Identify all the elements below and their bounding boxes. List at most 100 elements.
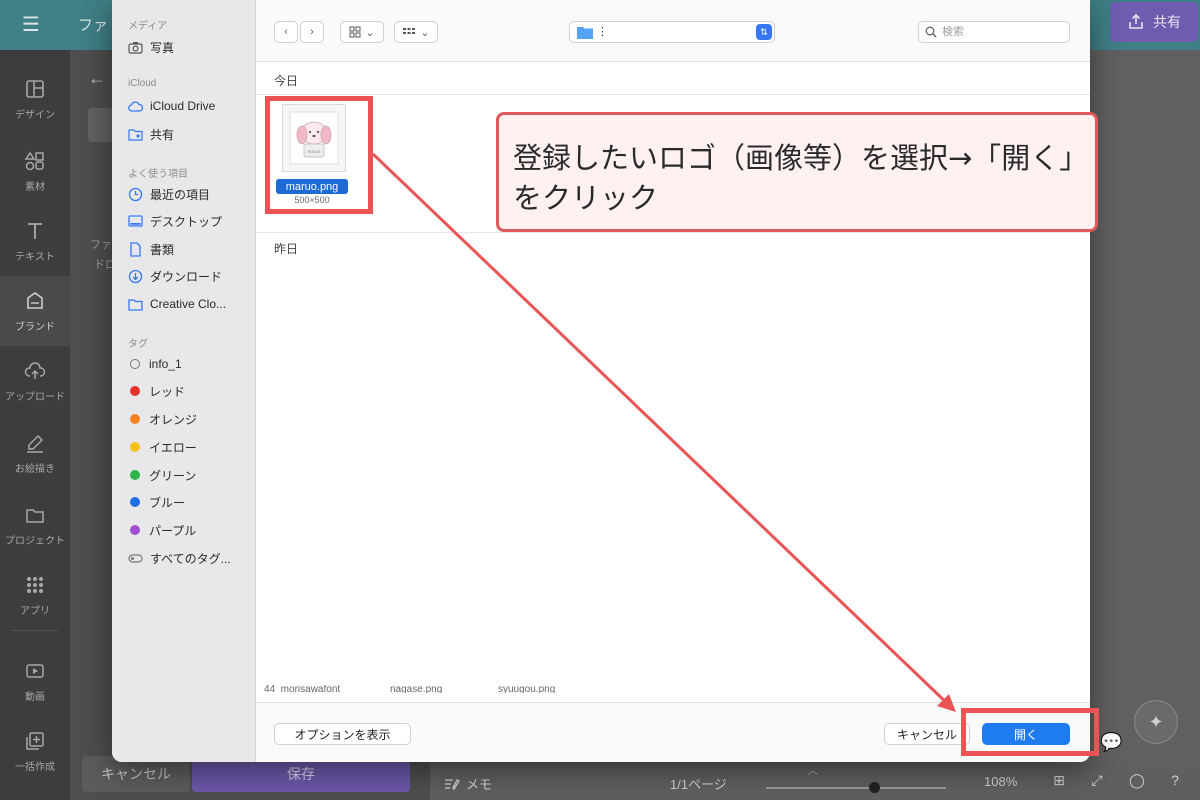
dialog-toolbar: ‹ › ⌄ ⌄ ⋮ ⇅ — [256, 0, 1090, 62]
rail-item-projects[interactable]: プロジェクト — [0, 490, 70, 560]
comment-add-icon[interactable]: 💬 — [1100, 732, 1124, 756]
chevron-down-icon: ⌄ — [420, 26, 430, 39]
sidebar-item-desktop[interactable]: デスクトップ — [128, 211, 254, 231]
tag-item-all-tags[interactable]: すべてのタグ... — [128, 548, 254, 568]
sidebar-item-creative-cloud[interactable]: Creative Clo... — [128, 294, 254, 314]
tag-label: ブルー — [149, 495, 186, 510]
tag-item-orange[interactable]: オレンジ — [128, 409, 254, 429]
rail-item-apps[interactable]: アプリ — [0, 560, 70, 630]
rail-label: テキスト — [15, 251, 55, 263]
shapes-icon — [24, 151, 44, 170]
text-icon — [28, 222, 42, 239]
rail-label: デザイン — [15, 109, 55, 121]
rail-item-upload[interactable]: アップロード — [0, 346, 70, 416]
highlight-open-button-box — [961, 708, 1099, 756]
sidebar-item-photos[interactable]: 写真 — [128, 37, 254, 57]
bulk-create-icon — [26, 731, 44, 750]
sidebar-item-downloads[interactable]: ダウンロード — [128, 266, 254, 286]
tag-item-purple[interactable]: パープル — [128, 520, 254, 540]
tag-item-info-1[interactable]: info_1 — [128, 354, 254, 374]
rail-label: 動画 — [25, 691, 45, 703]
instruction-line-1: 登録したいロゴ（画像等）を選択→「開く」 — [513, 141, 1089, 175]
rail-label: お絵描き — [15, 463, 55, 475]
upload-icon — [24, 361, 46, 379]
sidebar-item-recents[interactable]: 最近の項目 — [128, 184, 254, 204]
sidebar-item-label: デスクトップ — [150, 214, 223, 229]
rail-label: アプリ — [20, 605, 50, 617]
camera-icon — [128, 41, 143, 54]
rail-item-design[interactable]: デザイン — [0, 64, 70, 134]
tag-label: オレンジ — [149, 412, 198, 427]
rail-label: 素材 — [25, 181, 45, 193]
forward-button[interactable]: › — [300, 21, 324, 43]
group-icon — [403, 28, 416, 34]
tag-dot-icon — [130, 359, 140, 369]
instruction-callout: 登録したいロゴ（画像等）を選択→「開く」 をクリック — [496, 112, 1098, 232]
tag-item-green[interactable]: グリーン — [128, 465, 254, 485]
draw-icon — [27, 434, 44, 453]
share-button[interactable]: 共有 — [1110, 2, 1198, 42]
download-icon — [128, 269, 143, 283]
back-arrow-icon[interactable]: ← — [88, 68, 106, 89]
tag-item-blue[interactable]: ブルー — [128, 492, 254, 512]
sidebar-item-shared[interactable]: 共有 — [128, 124, 254, 144]
back-button[interactable]: ‹ — [274, 21, 298, 43]
grid-view-icon — [349, 26, 361, 38]
sidebar-item-label: Creative Clo... — [150, 297, 227, 311]
view-mode-button[interactable]: ⌄ — [340, 21, 384, 43]
highlight-file-box — [265, 96, 373, 214]
tag-label: イエロー — [149, 440, 197, 455]
sidebar-item-documents[interactable]: 書類 — [128, 239, 254, 259]
folder-icon — [26, 508, 44, 523]
help-icon[interactable]: ? — [1166, 772, 1184, 790]
folder-icon — [577, 27, 593, 39]
fullscreen-icon[interactable]: ⤢ — [1088, 772, 1106, 790]
tag-dot-icon — [130, 414, 140, 424]
bottom-bar: ︿ メモ 1/1ページ 108% ⊞ ⤢ ◯ ? — [430, 762, 1200, 800]
search-input[interactable] — [942, 26, 1052, 38]
zoom-slider[interactable] — [766, 787, 946, 789]
brand-icon — [27, 291, 43, 309]
clipped-file-name[interactable]: syuugou.png — [498, 685, 555, 693]
tag-dot-icon — [130, 497, 140, 507]
menu-icon[interactable]: ☰ — [22, 12, 40, 37]
check-circle-icon[interactable]: ◯ — [1128, 772, 1146, 790]
rail-label: 一括作成 — [15, 761, 55, 773]
rail-item-text[interactable]: テキスト — [0, 206, 70, 276]
tag-item-red[interactable]: レッド — [128, 381, 254, 401]
sidebar-heading-favorites: よく使う項目 — [128, 169, 188, 180]
page-indicator[interactable]: 1/1ページ — [670, 774, 727, 793]
clipped-file-name[interactable]: nagase.png — [390, 685, 442, 693]
clipped-file-name[interactable]: 44_morisawafont — [264, 685, 340, 693]
layout-icon — [26, 79, 44, 98]
sidebar-item-icloud-drive[interactable]: iCloud Drive — [128, 96, 254, 116]
sidebar-item-label: 書類 — [150, 242, 175, 257]
tag-item-yellow[interactable]: イエロー — [128, 437, 254, 457]
zoom-slider-knob[interactable] — [869, 782, 880, 793]
instruction-line-2: をクリック — [513, 181, 659, 215]
rail-item-draw[interactable]: お絵描き — [0, 418, 70, 488]
tag-label: グリーン — [149, 468, 197, 483]
location-popup[interactable]: ⋮ ⇅ — [569, 21, 775, 43]
sidebar-item-label: iCloud Drive — [150, 99, 216, 113]
group-button[interactable]: ⌄ — [394, 21, 438, 43]
tag-label: レッド — [149, 384, 186, 399]
file-title[interactable]: ファ — [78, 14, 108, 35]
chevron-right-icon: › — [310, 26, 314, 38]
tag-label: info_1 — [149, 357, 182, 371]
memo-button[interactable]: メモ — [444, 774, 492, 793]
rail-item-bulk-create[interactable]: 一括作成 — [0, 716, 70, 786]
show-options-button[interactable]: オプションを表示 — [274, 723, 411, 745]
rail-divider — [12, 630, 58, 631]
rail-item-elements[interactable]: 素材 — [0, 136, 70, 206]
search-field[interactable] — [918, 21, 1070, 43]
search-icon — [925, 26, 937, 38]
share-label: 共有 — [1153, 14, 1181, 30]
zoom-level[interactable]: 108% — [984, 774, 1017, 789]
rail-item-video[interactable]: 動画 — [0, 646, 70, 716]
magic-sparkle-button[interactable]: ✦ — [1134, 700, 1178, 744]
chevron-up-icon[interactable]: ︿ — [808, 762, 818, 777]
rail-item-brand[interactable]: ブランド — [0, 276, 70, 346]
grid-view-icon[interactable]: ⊞ — [1050, 772, 1068, 790]
cancel-button[interactable]: キャンセル — [884, 723, 970, 745]
